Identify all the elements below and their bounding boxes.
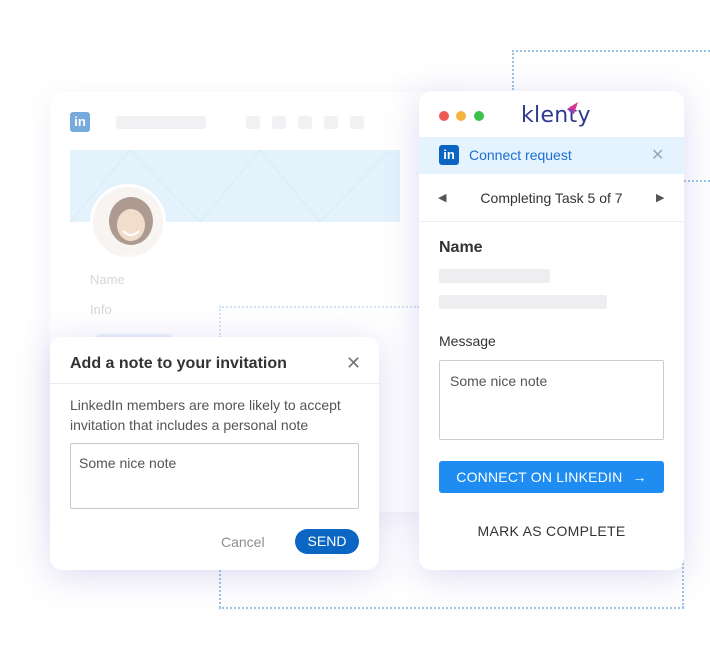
nav-placeholder-bar [116, 116, 206, 129]
dialog-description: LinkedIn members are more likely to acce… [70, 397, 341, 433]
task-navigator: ◀ Completing Task 5 of 7 ▶ [419, 174, 684, 222]
message-label: Message [439, 333, 496, 349]
nav-placeholder-icon [298, 116, 312, 129]
nav-placeholder-icon [350, 116, 364, 129]
dotted-connector [219, 607, 684, 609]
dotted-connector [219, 570, 221, 608]
nav-placeholder-icon [324, 116, 338, 129]
triangle-right-icon[interactable]: ▶ [656, 191, 664, 204]
connect-request-label: Connect request [469, 147, 572, 163]
profile-name-label: Name [90, 272, 125, 287]
arrow-right-icon: → [632, 469, 647, 485]
linkedin-icon: in [70, 112, 90, 132]
name-skeleton-line [439, 295, 607, 309]
profile-info-label: Info [90, 302, 112, 317]
connect-request-bar: in Connect request ✕ [419, 137, 684, 174]
dotted-connector [684, 180, 710, 182]
dotted-connector [512, 50, 710, 52]
nav-placeholder-icon [272, 116, 286, 129]
klenty-logo: klenty [521, 103, 591, 128]
klenty-extension-panel: klenty in Connect request ✕ ◀ Completing… [419, 91, 684, 570]
dotted-connector [512, 50, 514, 90]
close-icon[interactable]: ✕ [346, 353, 361, 374]
name-title: Name [439, 239, 483, 256]
add-note-dialog: Add a note to your invitation ✕ LinkedIn… [50, 337, 379, 570]
message-field[interactable]: Some nice note [439, 360, 664, 440]
send-button[interactable]: SEND [295, 529, 359, 554]
minimize-window-dot[interactable] [456, 111, 466, 121]
task-progress-label: Completing Task 5 of 7 [480, 190, 623, 206]
cancel-button[interactable]: Cancel [221, 534, 265, 550]
maximize-window-dot[interactable] [474, 111, 484, 121]
name-skeleton-line [439, 269, 550, 283]
divider [50, 383, 379, 384]
avatar [90, 184, 166, 260]
dotted-connector [682, 560, 684, 608]
mark-as-complete-button[interactable]: MARK AS COMPLETE [439, 523, 664, 543]
dialog-title: Add a note to your invitation [70, 355, 287, 372]
linkedin-icon: in [439, 145, 459, 165]
connect-button-label: CONNECT ON LINKEDIN [456, 469, 623, 485]
connect-on-linkedin-button[interactable]: CONNECT ON LINKEDIN → [439, 461, 664, 493]
close-window-dot[interactable] [439, 111, 449, 121]
klenty-logo-mark-icon [567, 102, 578, 114]
close-icon[interactable]: ✕ [651, 145, 664, 165]
nav-placeholder-icon [246, 116, 260, 129]
note-input[interactable]: Some nice note [70, 443, 359, 509]
